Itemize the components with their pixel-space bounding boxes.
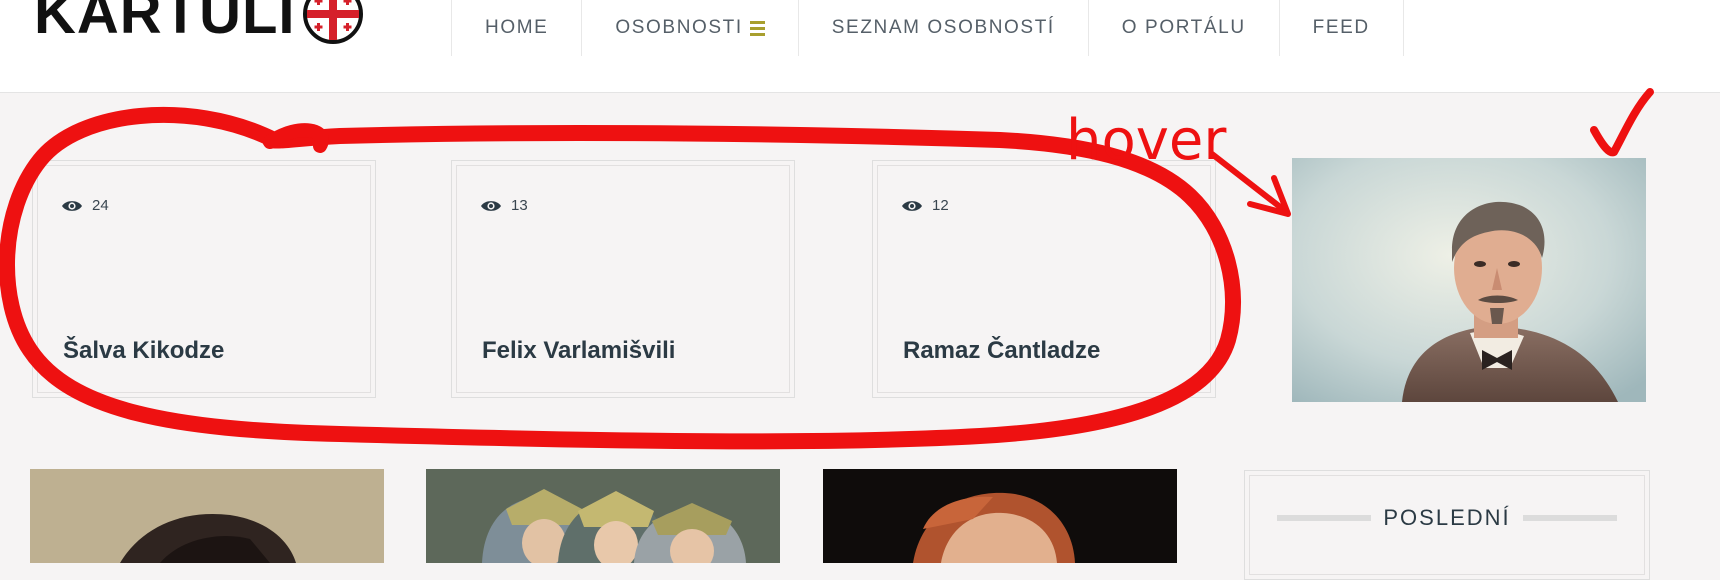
thumbnail-painting xyxy=(30,469,384,563)
thumbnail-painting xyxy=(426,469,780,563)
person-name-link[interactable]: Ramaz Čantladze xyxy=(903,337,1100,365)
latest-widget: POSLEDNÍ xyxy=(1244,470,1650,580)
view-count-value: 24 xyxy=(92,197,109,214)
annotation-arrowhead xyxy=(1247,175,1291,217)
divider-line xyxy=(1277,515,1372,521)
nav-home[interactable]: HOME xyxy=(451,0,581,56)
person-card[interactable]: 13 Felix Varlamišvili xyxy=(451,160,795,398)
widget-title-row: POSLEDNÍ xyxy=(1277,505,1618,531)
site-logo[interactable]: KARTULI xyxy=(34,0,364,50)
nav-feed[interactable]: FEED xyxy=(1278,0,1404,56)
view-count: 12 xyxy=(901,197,949,214)
annotation-loop-stroke xyxy=(263,123,329,153)
divider-line xyxy=(1522,515,1618,521)
person-thumbnail[interactable] xyxy=(30,469,384,563)
annotation-hover-label: hover xyxy=(1066,108,1227,173)
view-count-value: 13 xyxy=(511,197,528,214)
main-nav: HOME OSOBNOSTI SEZNAM OSOBNOSTÍ O PORTÁL… xyxy=(451,0,1404,56)
logo-text: KARTULI xyxy=(34,0,296,46)
site-header: KARTULI HOME OSOBNOSTI SEZNAM OSOBNOSTÍ … xyxy=(0,0,1720,93)
view-count: 24 xyxy=(61,197,109,214)
nav-osobnosti[interactable]: OSOBNOSTI xyxy=(581,0,797,56)
view-count: 13 xyxy=(480,197,528,214)
widget-title: POSLEDNÍ xyxy=(1383,505,1511,530)
annotation-checkmark xyxy=(1590,88,1654,157)
person-name-link[interactable]: Šalva Kikodze xyxy=(63,337,224,365)
person-thumbnail[interactable] xyxy=(823,469,1177,563)
eye-icon xyxy=(902,200,922,211)
view-count-value: 12 xyxy=(932,197,949,214)
person-card[interactable]: 12 Ramaz Čantladze xyxy=(872,160,1216,398)
portrait-illustration xyxy=(1292,158,1646,402)
eye-icon xyxy=(481,200,501,211)
nav-home-label: HOME xyxy=(485,17,549,38)
thumbnail-painting xyxy=(823,469,1177,563)
person-thumbnail[interactable] xyxy=(426,469,780,563)
person-card[interactable]: 24 Šalva Kikodze xyxy=(32,160,376,398)
nav-seznam-label: SEZNAM OSOBNOSTÍ xyxy=(831,17,1055,38)
nav-feed-label: FEED xyxy=(1312,17,1370,38)
person-portrait-image[interactable] xyxy=(1292,158,1646,402)
georgian-cross-emblem-icon xyxy=(302,0,363,44)
nav-osobnosti-label: OSOBNOSTI xyxy=(615,17,743,38)
nav-o-portalu[interactable]: O PORTÁLU xyxy=(1087,0,1279,56)
eye-icon xyxy=(62,200,82,211)
nav-o-portalu-label: O PORTÁLU xyxy=(1121,17,1246,38)
person-name-link[interactable]: Felix Varlamišvili xyxy=(482,337,675,365)
nav-seznam-osobnosti[interactable]: SEZNAM OSOBNOSTÍ xyxy=(797,0,1088,56)
hamburger-menu-icon xyxy=(749,20,765,36)
